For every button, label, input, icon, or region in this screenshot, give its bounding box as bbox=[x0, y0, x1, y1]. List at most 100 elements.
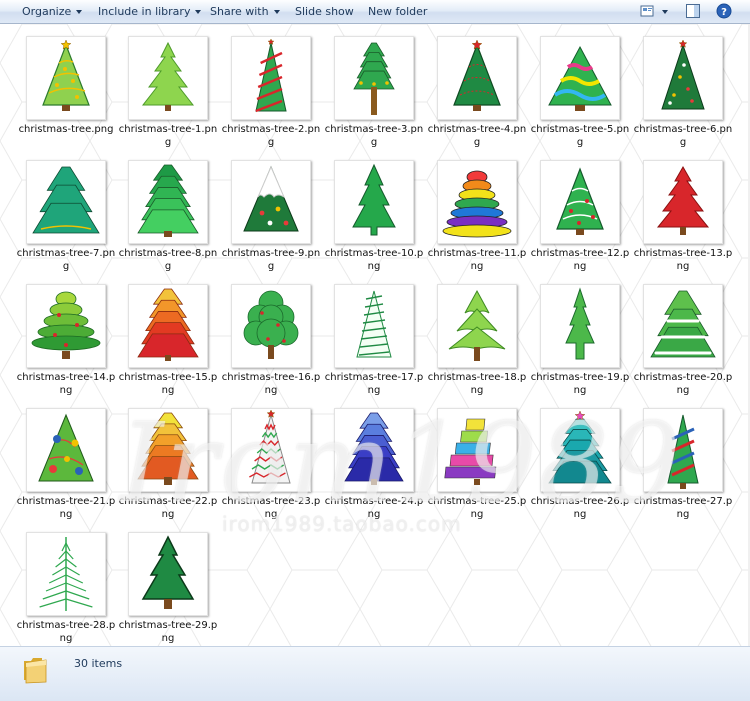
file-item[interactable]: christmas-tree-12.png bbox=[530, 154, 630, 276]
file-name: christmas-tree-26.png bbox=[530, 496, 630, 520]
file-thumbnail[interactable] bbox=[26, 284, 106, 368]
file-item[interactable]: christmas-tree-20.png bbox=[633, 278, 733, 400]
file-thumbnail[interactable] bbox=[540, 284, 620, 368]
slide-show-button[interactable]: Slide show bbox=[295, 0, 354, 23]
file-name: christmas-tree-18.png bbox=[427, 372, 527, 396]
file-thumbnail[interactable] bbox=[26, 36, 106, 120]
file-item[interactable]: christmas-tree-3.png bbox=[324, 30, 424, 152]
file-thumbnail[interactable] bbox=[643, 160, 723, 244]
file-thumbnail[interactable] bbox=[540, 36, 620, 120]
file-thumbnail[interactable] bbox=[26, 408, 106, 492]
details-pane: 30 items bbox=[0, 646, 750, 701]
file-thumbnail[interactable] bbox=[231, 36, 311, 120]
file-item[interactable]: christmas-tree-9.png bbox=[221, 154, 321, 276]
chevron-down-icon bbox=[273, 10, 280, 14]
christmas-tree-icon bbox=[32, 166, 100, 234]
file-item[interactable]: christmas-tree-11.png bbox=[427, 154, 527, 276]
file-item[interactable]: christmas-tree-19.png bbox=[530, 278, 630, 400]
christmas-tree-icon bbox=[137, 164, 199, 237]
file-item[interactable]: christmas-tree-16.png bbox=[221, 278, 321, 400]
file-thumbnail[interactable] bbox=[128, 160, 208, 244]
view-options-chevron-icon[interactable] bbox=[662, 10, 668, 14]
file-name: christmas-tree-19.png bbox=[530, 372, 630, 396]
file-item[interactable]: christmas-tree-13.png bbox=[633, 154, 733, 276]
christmas-tree-icon bbox=[650, 290, 716, 358]
christmas-tree-icon bbox=[352, 163, 396, 236]
file-thumbnail[interactable] bbox=[26, 160, 106, 244]
help-icon[interactable]: ? bbox=[716, 3, 732, 19]
file-thumbnail[interactable] bbox=[231, 160, 311, 244]
include-in-library-label: Include in library bbox=[98, 5, 191, 18]
preview-pane-icon[interactable] bbox=[685, 3, 701, 19]
view-icon[interactable] bbox=[640, 3, 656, 19]
file-name: christmas-tree-13.png bbox=[633, 248, 733, 272]
file-item[interactable]: christmas-tree-2.png bbox=[221, 30, 321, 152]
file-thumbnail[interactable] bbox=[437, 36, 517, 120]
include-in-library-button[interactable]: Include in library bbox=[98, 0, 202, 23]
file-item[interactable]: christmas-tree-18.png bbox=[427, 278, 527, 400]
file-name: christmas-tree-4.png bbox=[427, 124, 527, 148]
file-name: christmas-tree-16.png bbox=[221, 372, 321, 396]
file-item[interactable]: christmas-tree-8.png bbox=[118, 154, 218, 276]
file-thumbnail[interactable] bbox=[334, 408, 414, 492]
share-with-button[interactable]: Share with bbox=[210, 0, 280, 23]
file-item[interactable]: christmas-tree-5.png bbox=[530, 30, 630, 152]
file-thumbnail[interactable] bbox=[437, 408, 517, 492]
christmas-tree-icon bbox=[243, 165, 299, 232]
file-thumbnail[interactable] bbox=[334, 160, 414, 244]
file-item[interactable]: christmas-tree-27.png bbox=[633, 402, 733, 524]
file-list-pane[interactable]: christmas-tree.png christmas-tree-1.png ch… bbox=[0, 24, 748, 646]
file-item[interactable]: christmas-tree-29.png bbox=[118, 526, 218, 646]
file-item[interactable]: christmas-tree-15.png bbox=[118, 278, 218, 400]
file-thumbnail[interactable] bbox=[437, 284, 517, 368]
file-item[interactable]: christmas-tree-25.png bbox=[427, 402, 527, 524]
file-item[interactable]: christmas-tree-26.png bbox=[530, 402, 630, 524]
file-item[interactable]: christmas-tree-10.png bbox=[324, 154, 424, 276]
christmas-tree-icon bbox=[38, 413, 94, 482]
file-item[interactable]: christmas-tree-14.png bbox=[16, 278, 116, 400]
file-thumbnail[interactable] bbox=[540, 408, 620, 492]
file-thumbnail[interactable] bbox=[643, 36, 723, 120]
file-name: christmas-tree-15.png bbox=[118, 372, 218, 396]
file-thumbnail[interactable] bbox=[128, 284, 208, 368]
file-item[interactable]: christmas-tree-7.png bbox=[16, 154, 116, 276]
file-thumbnail[interactable] bbox=[128, 532, 208, 616]
file-name: christmas-tree-14.png bbox=[16, 372, 116, 396]
new-folder-label: New folder bbox=[368, 5, 428, 18]
organize-button[interactable]: Organize bbox=[22, 0, 83, 23]
file-thumbnail[interactable] bbox=[437, 160, 517, 244]
file-thumbnail[interactable] bbox=[540, 160, 620, 244]
file-item[interactable]: christmas-tree-17.png bbox=[324, 278, 424, 400]
file-name: christmas-tree-9.png bbox=[221, 248, 321, 272]
file-thumbnail[interactable] bbox=[334, 36, 414, 120]
file-thumbnail[interactable] bbox=[643, 408, 723, 492]
file-thumbnail[interactable] bbox=[128, 36, 208, 120]
christmas-tree-icon bbox=[656, 165, 710, 235]
file-item[interactable]: christmas-tree-4.png bbox=[427, 30, 527, 152]
file-thumbnail[interactable] bbox=[643, 284, 723, 368]
file-item[interactable]: christmas-tree-1.png bbox=[118, 30, 218, 152]
new-folder-button[interactable]: New folder bbox=[368, 0, 427, 23]
file-thumbnail[interactable] bbox=[231, 284, 311, 368]
file-item[interactable]: christmas-tree-21.png bbox=[16, 402, 116, 524]
christmas-tree-icon bbox=[667, 414, 699, 489]
file-thumbnail[interactable] bbox=[26, 532, 106, 616]
chevron-down-icon bbox=[76, 10, 83, 14]
folder-icon bbox=[24, 658, 47, 684]
file-name: christmas-tree-1.png bbox=[118, 124, 218, 148]
file-name: christmas-tree-23.png bbox=[221, 496, 321, 520]
file-item[interactable]: christmas-tree.png bbox=[16, 30, 116, 152]
christmas-tree-icon bbox=[548, 45, 612, 111]
file-thumbnail[interactable] bbox=[128, 408, 208, 492]
file-thumbnail[interactable] bbox=[334, 284, 414, 368]
christmas-tree-icon bbox=[137, 412, 199, 485]
file-thumbnail[interactable] bbox=[231, 408, 311, 492]
file-item[interactable]: christmas-tree-6.png bbox=[633, 30, 733, 152]
file-item[interactable]: christmas-tree-24.png bbox=[324, 402, 424, 524]
christmas-tree-icon bbox=[39, 537, 93, 611]
christmas-tree-icon bbox=[249, 409, 291, 484]
file-item[interactable]: christmas-tree-23.png bbox=[221, 402, 321, 524]
file-item[interactable]: christmas-tree-22.png bbox=[118, 402, 218, 524]
chevron-down-icon bbox=[195, 10, 202, 14]
file-item[interactable]: christmas-tree-28.png bbox=[16, 526, 116, 646]
